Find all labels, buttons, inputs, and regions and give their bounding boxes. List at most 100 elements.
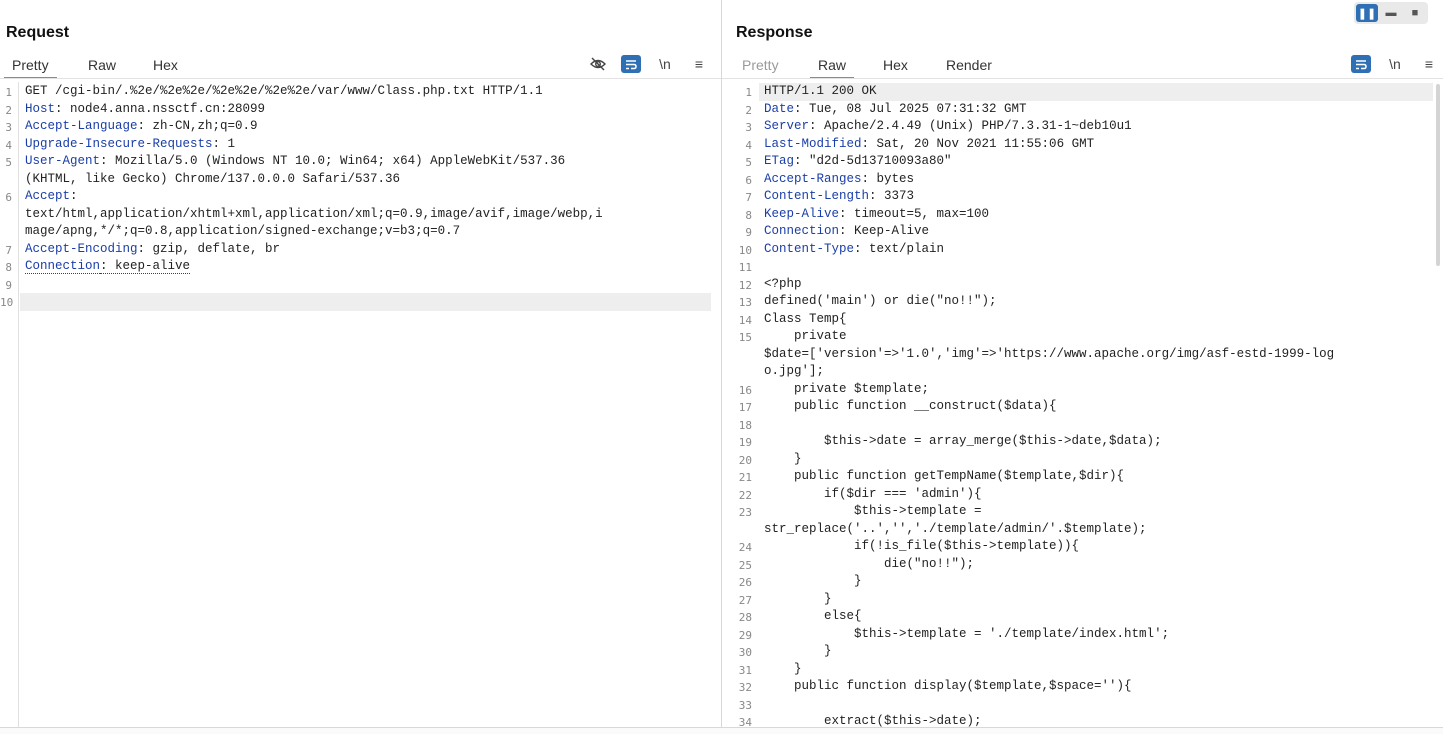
code-line: die("no!!"); <box>764 556 974 574</box>
header-name: Server <box>764 119 810 133</box>
code-line: Accept-Ranges: bytes <box>764 171 914 189</box>
response-scrollbar[interactable] <box>1436 84 1440 266</box>
header-value: } <box>764 644 832 658</box>
header-value: : timeout=5, max=100 <box>839 206 990 221</box>
line-number: 27 <box>738 593 752 607</box>
header-value: $date=['version'=>'1.0','img'=>'https://… <box>764 346 1335 361</box>
menu-icon[interactable]: ≡ <box>1419 55 1439 73</box>
code-line: } <box>764 643 832 661</box>
code-line: Last-Modified: Sat, 20 Nov 2021 11:55:06… <box>764 136 1094 154</box>
line-number: 20 <box>738 453 752 467</box>
line-number: 13 <box>738 296 752 309</box>
header-name: Accept <box>25 189 71 203</box>
code-line: $this->template = <box>764 503 982 521</box>
code-line: $this->template = './template/index.html… <box>764 626 1169 644</box>
header-value: public function getTempName($template,$d… <box>764 469 1125 483</box>
line-number: 19 <box>738 436 752 449</box>
header-value: : Keep-Alive <box>839 224 930 238</box>
code-line: Content-Length: 3373 <box>764 188 914 206</box>
request-tab-hex[interactable]: Hex <box>153 57 178 73</box>
line-number: 9 <box>745 226 752 239</box>
code-line: else{ <box>764 608 862 626</box>
header-value: mage/apng,*/*;q=0.8,application/signed-e… <box>25 224 461 238</box>
header-value: : Tue, 08 Jul 2025 07:31:32 GMT <box>794 101 1027 116</box>
code-line: if(!is_file($this->template)){ <box>764 538 1079 556</box>
code-line: } <box>764 591 832 609</box>
header-value: $this->template = './template/index.html… <box>764 626 1170 641</box>
header-value: : <box>70 189 78 203</box>
line-number: 15 <box>738 331 752 344</box>
response-pane: Response Pretty Raw Hex Render \n ≡ 1 HTT… <box>722 0 1443 734</box>
response-tab-divider <box>722 78 1443 79</box>
response-tab-render[interactable]: Render <box>946 57 992 73</box>
header-value: text/html,application/xhtml+xml,applicat… <box>25 206 603 221</box>
header-value: defined('main') or die("no!!"); <box>764 294 997 308</box>
code-line: Accept-Encoding: gzip, deflate, br <box>25 241 280 259</box>
response-tab-raw[interactable]: Raw <box>809 57 855 79</box>
request-pane: Request Pretty Raw Hex \n ≡ 1 GET /cgi-bi… <box>0 0 722 734</box>
eye-slash-icon[interactable] <box>588 55 608 73</box>
line-number: 8 <box>5 261 12 274</box>
header-name: Connection <box>764 224 840 238</box>
line-number: 2 <box>5 103 12 117</box>
header-name: Keep-Alive <box>764 206 840 221</box>
response-tab-pretty[interactable]: Pretty <box>742 57 779 73</box>
header-name: Accept-Ranges <box>764 171 862 186</box>
header-value: Class Temp{ <box>764 311 847 326</box>
line-number: 18 <box>738 418 752 432</box>
request-tab-divider <box>0 78 721 79</box>
code-line: mage/apng,*/*;q=0.8,application/signed-e… <box>25 223 460 241</box>
word-wrap-icon[interactable] <box>621 55 641 73</box>
line-number: 31 <box>738 663 752 677</box>
word-wrap-icon[interactable] <box>1351 55 1371 73</box>
line-number: 22 <box>738 488 752 502</box>
request-tab-raw[interactable]: Raw <box>88 57 116 73</box>
header-value: : text/plain <box>854 241 945 256</box>
code-line: } <box>764 661 802 679</box>
header-value: HTTP/1.1 200 OK <box>764 84 877 98</box>
line-number: 6 <box>745 173 752 187</box>
request-editor[interactable]: 1 GET /cgi-bin/.%2e/%2e%2e/%2e%2e/%2e%2e/… <box>0 82 721 728</box>
header-value: $this->date = array_merge($this->date,$d… <box>764 434 1162 448</box>
code-line: defined('main') or die("no!!"); <box>764 293 997 311</box>
header-value: private $template; <box>764 381 930 396</box>
line-number: 12 <box>738 278 752 292</box>
response-tab-hex[interactable]: Hex <box>883 57 908 73</box>
line-number: 4 <box>5 138 12 152</box>
response-editor[interactable]: 1 HTTP/1.1 200 OK 2 Date: Tue, 08 Jul 2025 … <box>722 82 1443 728</box>
code-line: str_replace('..','','./template/admin/'.… <box>764 521 1147 539</box>
code-line: ETag: "d2d-5d13710093a80" <box>764 153 952 171</box>
line-number: 5 <box>745 156 752 169</box>
header-name: Upgrade-Insecure-Requests <box>25 136 213 151</box>
newline-toggle[interactable]: \n <box>655 55 675 73</box>
line-number: 10 <box>738 243 752 257</box>
header-name: Connection <box>25 259 101 274</box>
code-line: private $template; <box>764 381 929 399</box>
header-name: Accept-Language <box>25 119 138 133</box>
header-value: die("no!!"); <box>764 556 975 571</box>
code-line: $date=['version'=>'1.0','img'=>'https://… <box>764 346 1334 364</box>
header-value: : Apache/2.4.49 (Unix) PHP/7.3.31-1~deb1… <box>809 119 1132 133</box>
code-line: public function __construct($data){ <box>764 398 1057 416</box>
code-line: Server: Apache/2.4.49 (Unix) PHP/7.3.31-… <box>764 118 1132 136</box>
line-number: 11 <box>738 261 752 274</box>
line-number: 26 <box>738 576 752 589</box>
line-number: 7 <box>745 191 752 204</box>
newline-toggle[interactable]: \n <box>1385 55 1405 73</box>
code-line: $this->date = array_merge($this->date,$d… <box>764 433 1162 451</box>
header-value: : Sat, 20 Nov 2021 11:55:06 GMT <box>861 136 1095 151</box>
header-value: : "d2d-5d13710093a80" <box>794 154 952 168</box>
bottom-bar <box>0 727 1443 734</box>
code-line: User-Agent: Mozilla/5.0 (Windows NT 10.0… <box>25 153 565 171</box>
menu-icon[interactable]: ≡ <box>689 55 709 73</box>
code-line: if($dir === 'admin'){ <box>764 486 982 504</box>
request-tab-pretty[interactable]: Pretty <box>4 57 57 79</box>
header-value: : bytes <box>861 171 915 186</box>
header-value: private <box>764 329 847 343</box>
code-line: Class Temp{ <box>764 311 847 329</box>
code-line: Accept-Language: zh-CN,zh;q=0.9 <box>25 118 258 136</box>
line-number: 30 <box>738 646 752 659</box>
line-number: 23 <box>738 506 752 519</box>
line-number: 32 <box>738 681 752 694</box>
current-line-highlight <box>20 293 711 311</box>
